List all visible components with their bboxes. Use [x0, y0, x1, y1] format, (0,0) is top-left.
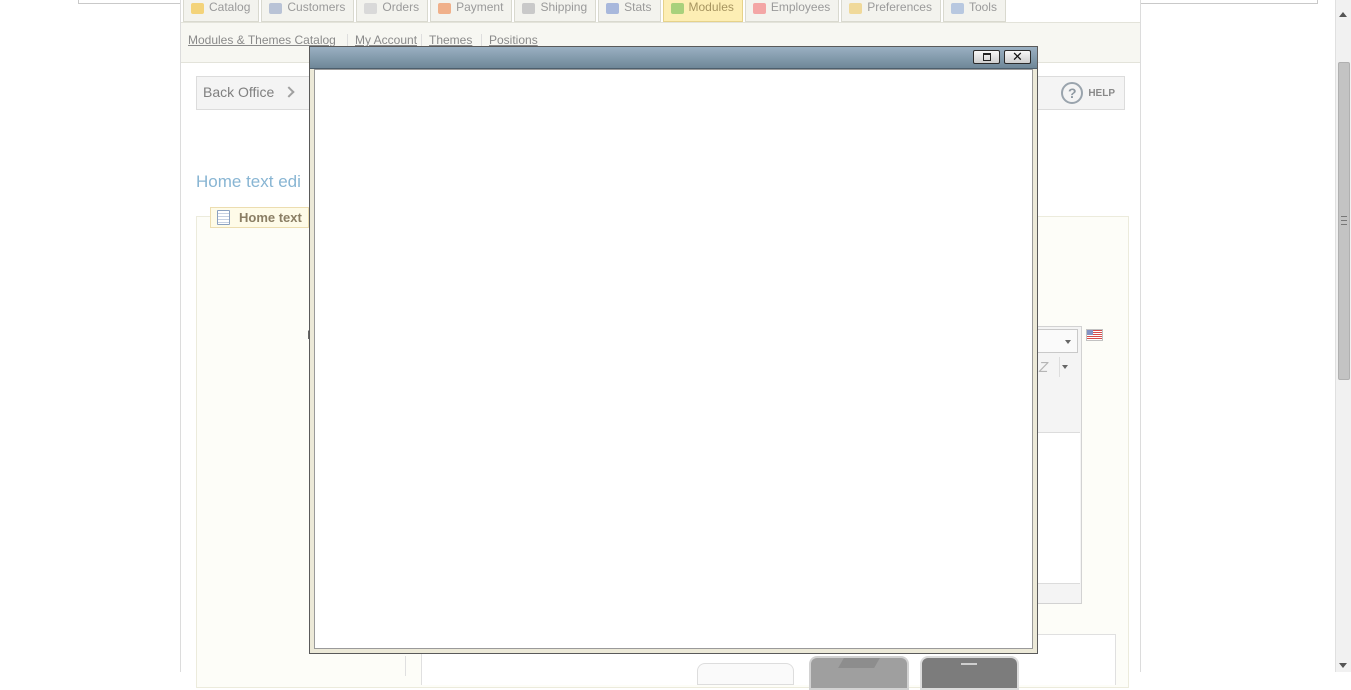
- close-icon: ✕: [1012, 49, 1023, 64]
- close-button[interactable]: ✕: [1004, 49, 1031, 64]
- tab-catalog[interactable]: Catalog: [183, 0, 260, 22]
- divider: [405, 656, 406, 676]
- speaker-slot: [961, 663, 977, 665]
- tab-preferences[interactable]: Preferences: [841, 0, 941, 22]
- stats-icon: [606, 3, 620, 14]
- document-icon: [217, 210, 230, 225]
- shipping-icon: [522, 3, 536, 14]
- popup-titlebar[interactable]: ✕: [310, 47, 1037, 69]
- editor-text-area[interactable]: [1037, 432, 1080, 584]
- maximize-icon: [983, 53, 991, 61]
- grip-icon: [1341, 216, 1347, 225]
- rich-text-editor: Z: [1037, 326, 1082, 604]
- scroll-up-icon[interactable]: [1339, 12, 1347, 17]
- device-preview-tablet[interactable]: [809, 656, 909, 690]
- modules-icon: [670, 3, 684, 14]
- tab-employees[interactable]: Employees: [744, 0, 840, 22]
- orders-icon: [364, 3, 378, 14]
- subnav-my-account[interactable]: My Account: [355, 33, 417, 47]
- tab-modules[interactable]: Modules: [662, 0, 743, 22]
- device-preview-desktop[interactable]: [697, 663, 794, 685]
- scroll-down-icon[interactable]: [1339, 663, 1347, 668]
- customers-icon: [269, 3, 283, 14]
- popup-window: ✕: [309, 46, 1038, 654]
- tab-shipping[interactable]: Shipping: [514, 0, 597, 22]
- tab-payment[interactable]: Payment: [430, 0, 513, 22]
- editor-style-button[interactable]: Z: [1037, 357, 1061, 377]
- tab-stats[interactable]: Stats: [598, 0, 661, 22]
- scrollbar-thumb[interactable]: [1338, 62, 1350, 380]
- breadcrumb-back-office[interactable]: Back Office: [203, 84, 274, 100]
- help-button[interactable]: ? HELP: [1061, 82, 1115, 104]
- editor-style-dropdown[interactable]: [1059, 357, 1070, 377]
- fieldset-legend: Home text: [210, 207, 309, 228]
- chevron-right-icon: [283, 86, 295, 98]
- subnav-themes[interactable]: Themes: [429, 33, 472, 47]
- catalog-icon: [191, 3, 204, 14]
- vertical-scrollbar[interactable]: [1335, 0, 1351, 672]
- preferences-icon: [849, 3, 863, 14]
- page-title: Home text edi: [196, 172, 301, 191]
- subnav-positions[interactable]: Positions: [489, 33, 538, 47]
- main-tab-bar: Catalog Customers Orders Payment Shippin…: [183, 0, 1008, 22]
- fieldset-legend-label: Home text: [239, 210, 302, 225]
- tab-customers[interactable]: Customers: [261, 0, 355, 22]
- payment-icon: [438, 3, 452, 14]
- chevron-down-icon: [1065, 340, 1071, 344]
- device-preview-phone[interactable]: [920, 656, 1019, 690]
- tools-icon: [950, 3, 964, 14]
- maximize-button[interactable]: [973, 50, 1000, 64]
- help-icon: ?: [1061, 82, 1084, 104]
- subnav-modules-themes-catalog[interactable]: Modules & Themes Catalog: [188, 33, 336, 47]
- editor-format-select[interactable]: [1037, 329, 1078, 353]
- us-flag-icon[interactable]: [1086, 329, 1103, 341]
- editor-style-icon: Z: [1039, 359, 1049, 376]
- tab-orders[interactable]: Orders: [356, 0, 429, 22]
- popup-content[interactable]: [314, 69, 1033, 649]
- help-label: HELP: [1088, 87, 1115, 99]
- employees-icon: [752, 3, 766, 14]
- tab-tools[interactable]: Tools: [942, 0, 1006, 22]
